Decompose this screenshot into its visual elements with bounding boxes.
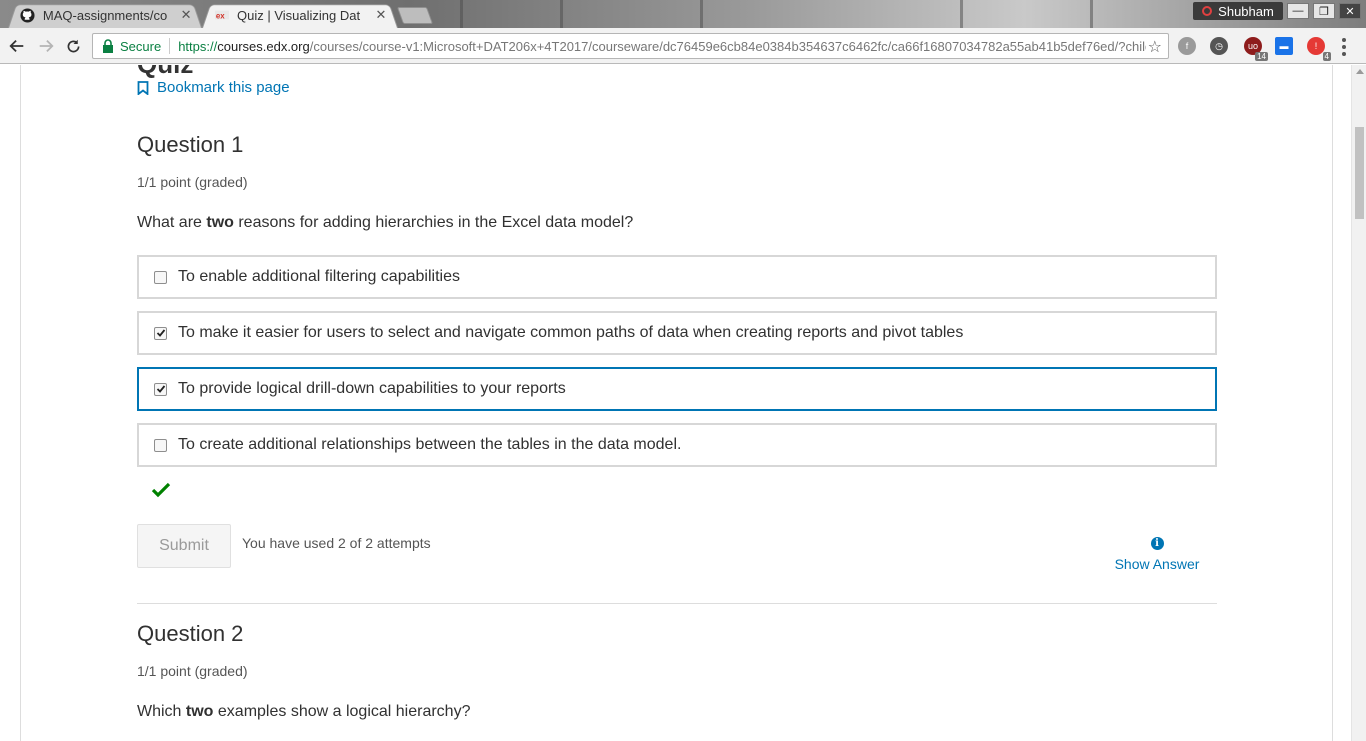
divider bbox=[169, 38, 171, 54]
show-answer-label: Show Answer bbox=[1114, 556, 1200, 572]
close-tab-icon[interactable]: ✕ bbox=[180, 7, 192, 23]
question-1-option-4[interactable]: To create additional relationships betwe… bbox=[137, 423, 1217, 467]
background-decor bbox=[1090, 0, 1093, 28]
edx-icon: ex bbox=[214, 7, 230, 23]
page-viewport: Quiz Bookmark this page Question 1 1/1 p… bbox=[0, 65, 1366, 741]
checkbox-unchecked[interactable] bbox=[154, 270, 167, 284]
question-1-prompt: What are two reasons for adding hierarch… bbox=[137, 214, 634, 231]
ublock-icon[interactable]: uo 14 bbox=[1244, 37, 1268, 61]
checkbox-unchecked[interactable] bbox=[154, 438, 167, 452]
page-title: Quiz bbox=[137, 65, 193, 80]
page-scrollbar[interactable] bbox=[1351, 65, 1366, 741]
show-answer-button[interactable]: i Show Answer bbox=[1107, 537, 1207, 572]
question-1-option-3[interactable]: To provide logical drill-down capabiliti… bbox=[137, 367, 1217, 411]
tab-title: Quiz | Visualizing Dat bbox=[237, 7, 361, 23]
new-tab-button[interactable] bbox=[396, 7, 434, 24]
background-decor bbox=[560, 0, 563, 28]
minimize-button[interactable]: — bbox=[1287, 3, 1309, 19]
question-1-points: 1/1 point (graded) bbox=[137, 174, 248, 190]
bookmark-star-icon[interactable]: ☆ bbox=[1148, 37, 1162, 57]
feedly-icon[interactable]: f bbox=[1178, 37, 1196, 55]
option-label: To provide logical drill-down capabiliti… bbox=[178, 380, 566, 397]
arrow-left-icon bbox=[9, 39, 24, 53]
reload-button[interactable] bbox=[63, 36, 83, 56]
background-decor bbox=[700, 0, 703, 28]
url-text[interactable]: https://courses.edx.org/courses/course-v… bbox=[178, 39, 1146, 54]
alert-icon[interactable]: ! 4 bbox=[1307, 37, 1331, 61]
profile-button[interactable]: Shubham bbox=[1193, 2, 1283, 20]
question-2-points: 1/1 point (graded) bbox=[137, 663, 248, 679]
scroll-up-icon[interactable] bbox=[1356, 69, 1364, 74]
profile-icon bbox=[1202, 6, 1213, 16]
browser-titlebar: MAQ-assignments/co ✕ ex Quiz | Visualizi… bbox=[0, 0, 1366, 28]
browser-tab-quiz[interactable]: ex Quiz | Visualizing Dat ✕ bbox=[202, 2, 398, 28]
info-icon: i bbox=[1150, 537, 1164, 550]
close-tab-icon[interactable]: ✕ bbox=[375, 7, 387, 23]
correct-check-icon bbox=[151, 482, 171, 498]
profile-name: Shubham bbox=[1218, 3, 1274, 19]
forward-button[interactable] bbox=[36, 36, 56, 56]
background-decor bbox=[960, 0, 963, 28]
question-1-option-2[interactable]: To make it easier for users to select an… bbox=[137, 311, 1217, 355]
url-path: /courses/course-v1:Microsoft+DAT206x+4T2… bbox=[309, 38, 1147, 54]
submit-button[interactable]: Submit bbox=[137, 524, 231, 568]
extension-badge: 14 bbox=[1255, 52, 1268, 61]
option-label: To enable additional filtering capabilit… bbox=[178, 268, 460, 285]
url-host: courses.edx.org bbox=[217, 38, 310, 54]
tab-title: MAQ-assignments/co bbox=[42, 7, 168, 23]
svg-text:ex: ex bbox=[216, 12, 225, 21]
check-icon bbox=[156, 385, 165, 393]
extension-badge: 4 bbox=[1322, 52, 1331, 61]
cast-icon[interactable]: ▬ bbox=[1275, 37, 1293, 55]
question-1-title: Question 1 bbox=[137, 132, 244, 157]
reload-icon bbox=[67, 39, 79, 52]
browser-toolbar: Secure https://courses.edx.org/courses/c… bbox=[0, 28, 1366, 64]
secure-label: Secure bbox=[120, 38, 162, 54]
github-icon bbox=[20, 7, 36, 23]
option-label: To create additional relationships betwe… bbox=[178, 436, 682, 453]
attempts-text: You have used 2 of 2 attempts bbox=[242, 535, 431, 551]
browser-tab-github[interactable]: MAQ-assignments/co ✕ bbox=[8, 2, 202, 28]
checkbox-checked[interactable] bbox=[154, 326, 167, 340]
chrome-menu-button[interactable] bbox=[1342, 38, 1346, 56]
restore-button[interactable]: ❐ bbox=[1313, 3, 1335, 19]
arrow-right-icon bbox=[39, 39, 54, 53]
address-bar[interactable]: Secure https://courses.edx.org/courses/c… bbox=[92, 33, 1169, 59]
question-divider bbox=[137, 603, 1217, 604]
check-icon bbox=[156, 329, 165, 337]
url-protocol: https:// bbox=[178, 38, 218, 54]
close-window-button[interactable]: ✕ bbox=[1339, 3, 1361, 19]
back-button[interactable] bbox=[7, 36, 27, 56]
bookmark-label: Bookmark this page bbox=[157, 79, 290, 96]
option-label: To make it easier for users to select an… bbox=[178, 324, 964, 341]
speed-dial-icon[interactable]: ◷ bbox=[1210, 37, 1228, 55]
checkbox-checked[interactable] bbox=[154, 382, 167, 396]
question-2-prompt: Which two examples show a logical hierar… bbox=[137, 703, 471, 720]
question-1-option-1[interactable]: To enable additional filtering capabilit… bbox=[137, 255, 1217, 299]
bookmark-page-button[interactable]: Bookmark this page bbox=[137, 79, 290, 96]
scrollbar-thumb[interactable] bbox=[1355, 127, 1364, 219]
background-decor bbox=[460, 0, 463, 28]
question-2-title: Question 2 bbox=[137, 621, 244, 646]
bookmark-icon bbox=[137, 80, 149, 95]
lock-icon bbox=[103, 39, 113, 53]
